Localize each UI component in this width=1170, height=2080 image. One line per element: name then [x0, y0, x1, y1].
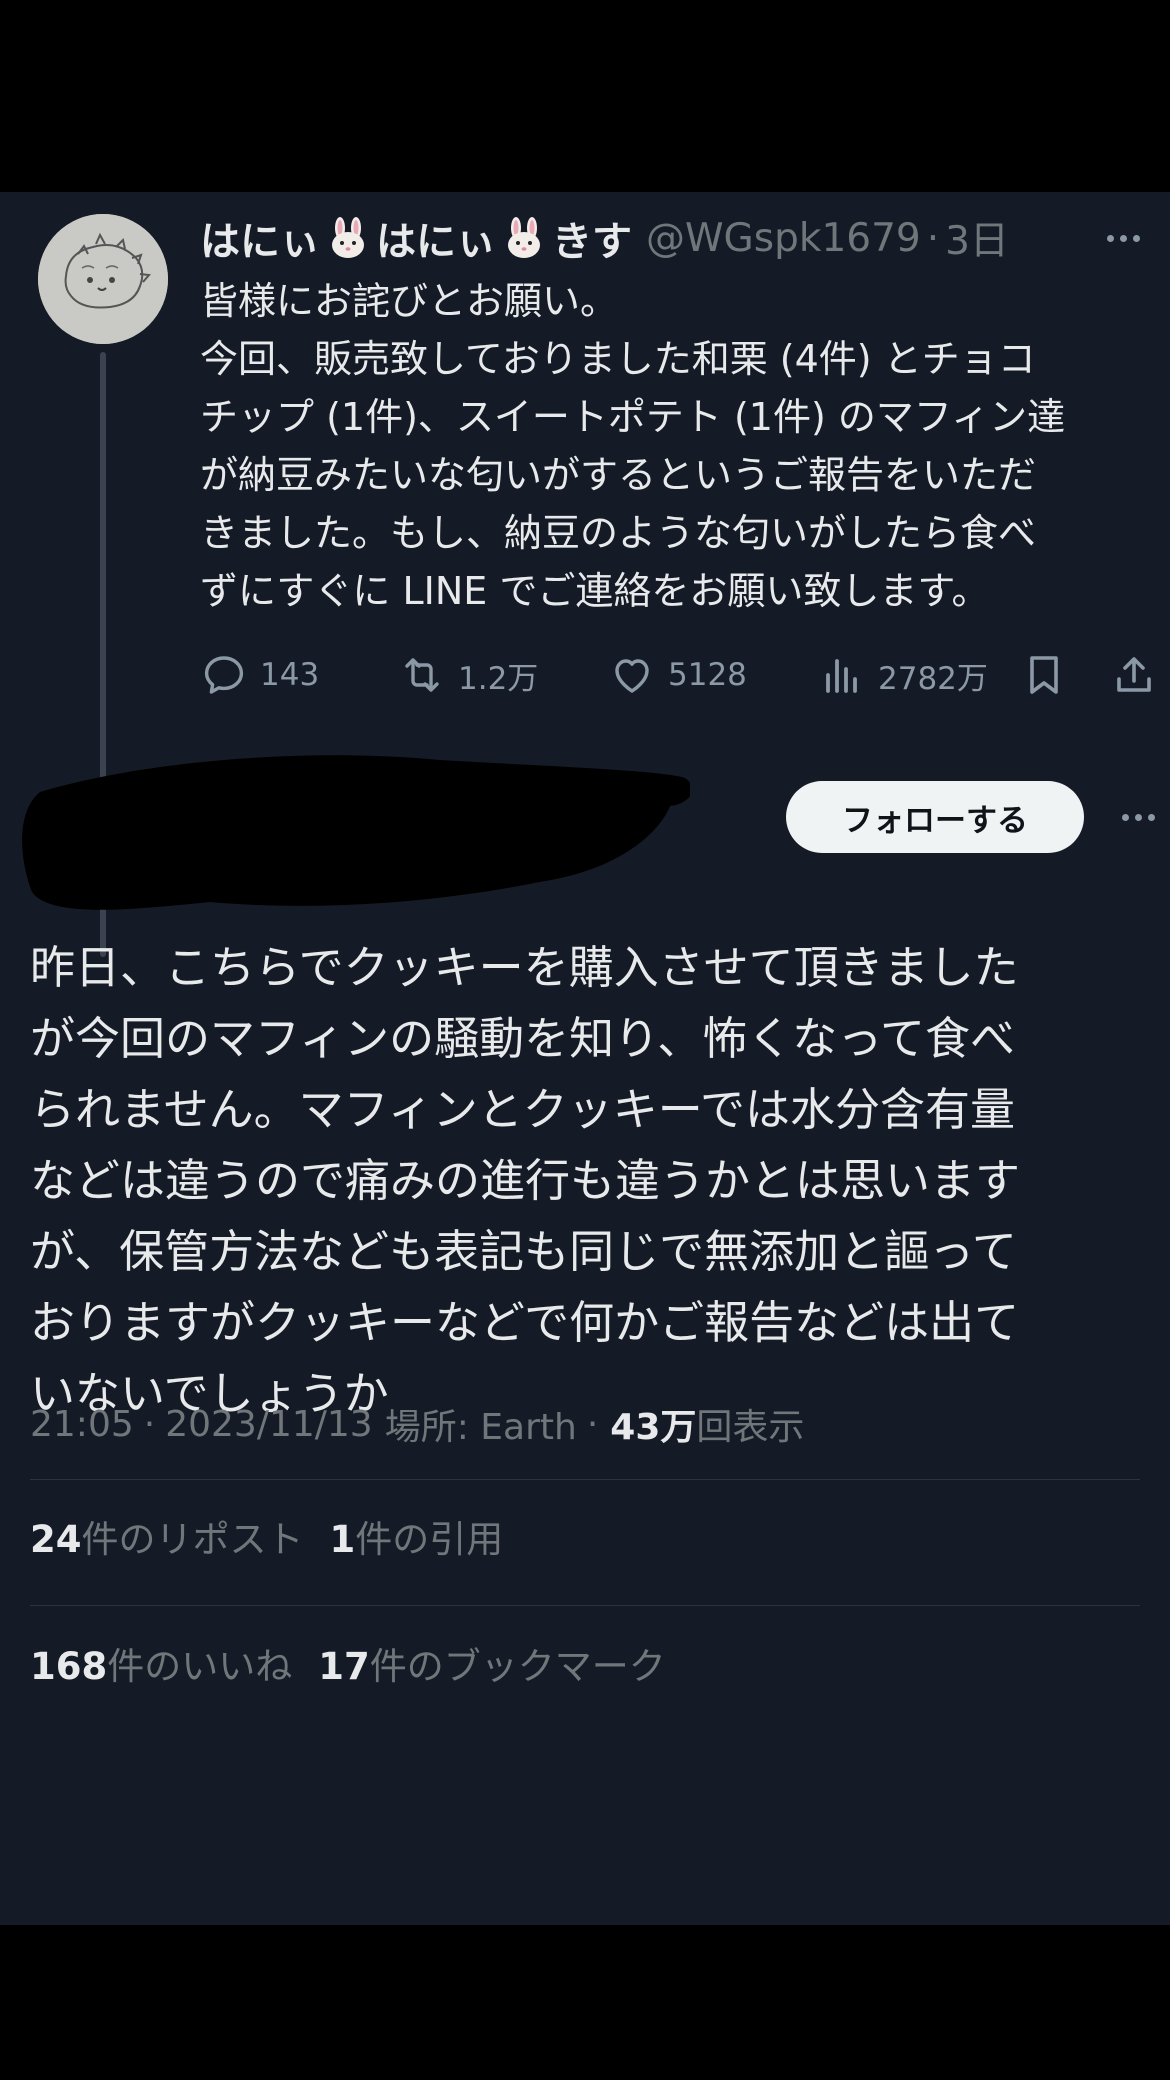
separator-dot: ·: [586, 1403, 599, 1445]
rabbit-face-emoji-icon: [332, 217, 364, 258]
display-name-part: はにぃ: [200, 219, 320, 265]
quotes-count: 1: [329, 1518, 356, 1561]
text-line: られません。マフィンとクッキーでは水分含有量: [30, 1083, 1016, 1136]
text-line: が今回のマフィンの騒動を知り、怖くなって食べ: [30, 1012, 1016, 1065]
avatar-drawing: [38, 214, 168, 344]
display-name-part: はにぃ: [376, 219, 496, 265]
reply-count: 143: [260, 657, 320, 693]
text-line: きました。もし、納豆のような匂いがしたら食べ: [200, 511, 1037, 555]
bookmarks-count: 17: [318, 1645, 370, 1688]
separator-dot: ·: [143, 1403, 156, 1445]
tweet-action-bar: 143 1.2万 5128 2782万: [200, 640, 1165, 710]
like-count: 5128: [668, 657, 747, 693]
more-dots-icon[interactable]: [1096, 208, 1150, 268]
bookmarks-stat[interactable]: 17件のブックマーク: [318, 1636, 666, 1690]
quotes-stat[interactable]: 1件の引用: [330, 1509, 504, 1563]
likes-count: 168: [30, 1645, 108, 1688]
text-line: 昨日、こちらでクッキーを購入させて頂きました: [30, 941, 1019, 994]
view-count-label: 回表示: [696, 1407, 805, 1448]
view-count: 2782万: [878, 660, 988, 697]
view-count-total: 43万: [610, 1407, 697, 1448]
reposts-stat[interactable]: 24件のリポスト: [30, 1509, 304, 1563]
top-blackout-area: [0, 0, 1170, 192]
divider: [30, 1479, 1140, 1480]
rabbit-face-emoji-icon: [508, 217, 540, 258]
quotes-label: 件の引用: [355, 1518, 504, 1561]
user-handle[interactable]: @WGspk1679: [646, 216, 921, 261]
likes-label: 件のいいね: [107, 1645, 293, 1688]
share-button[interactable]: [1110, 640, 1158, 710]
tweet-date[interactable]: 2023/11/13: [165, 1404, 373, 1445]
repost-quote-stats: 24件のリポスト 1件の引用: [30, 1506, 529, 1566]
tweet-detail-screen: はにぃ はにぃ きす @WGspk1679 · 3日 皆様にお詫びとお願い。 今…: [0, 192, 1170, 1925]
heart-icon: [615, 659, 649, 693]
divider: [30, 1605, 1140, 1606]
text-line: などは違うので痛みの進行も違うかとは思います: [30, 1154, 1021, 1207]
display-name[interactable]: はにぃ はにぃ きす: [200, 209, 632, 267]
main-tweet-text: 昨日、こちらでクッキーを購入させて頂きました が今回のマフィンの騒動を知り、怖く…: [30, 932, 1150, 1429]
repost-count: 1.2万: [458, 660, 539, 697]
likes-bookmarks-stats: 168件のいいね 17件のブックマーク: [30, 1633, 692, 1693]
redacted-author-blot: [22, 755, 690, 910]
text-line: 今回、販売致しておりました和栗 (4件) とチョコ: [200, 337, 1036, 381]
reposts-label: 件のリポスト: [81, 1518, 304, 1561]
text-line: チップ (1件)、スイートポテト (1件) のマフィン達: [200, 395, 1066, 439]
quoted-tweet-text: 皆様にお詫びとお願い。 今回、販売致しておりました和栗 (4件) とチョコ チッ…: [200, 272, 1160, 620]
text-line: 皆様にお詫びとお願い。: [200, 279, 619, 323]
text-line: が、保管方法なども表記も同じで無添加と謳って: [30, 1225, 1017, 1278]
tweet-time[interactable]: 21:05: [30, 1404, 134, 1445]
like-button[interactable]: 5128: [608, 640, 747, 710]
display-name-part: きす: [552, 219, 632, 265]
bookmarks-label: 件のブックマーク: [369, 1645, 666, 1688]
text-line: ずにすぐに LINE でご連絡をお願い致します。: [200, 569, 990, 613]
repost-arrows-icon: [405, 658, 439, 692]
bar-chart-icon: [826, 659, 857, 693]
avatar[interactable]: [38, 214, 168, 344]
repost-button[interactable]: 1.2万: [398, 640, 538, 710]
text-line: が納豆みたいな匂いがするというご報告をいただ: [200, 453, 1037, 497]
tweet-meta: 21:05 · 2023/11/13 場所: Earth · 43万 回表示: [30, 1395, 804, 1453]
separator-dot: ·: [926, 215, 940, 261]
follow-button[interactable]: フォローする: [786, 781, 1084, 853]
tweet-age[interactable]: 3日: [945, 210, 1009, 266]
quoted-tweet-header: はにぃ はにぃ きす @WGspk1679 · 3日: [200, 208, 1150, 268]
reposts-count: 24: [30, 1518, 82, 1561]
tweet-location: 場所: Earth: [384, 1407, 577, 1448]
bottom-blackout-area: [0, 1925, 1170, 2080]
bookmark-icon: [1030, 656, 1058, 694]
share-icon: [1117, 657, 1151, 692]
views-button[interactable]: 2782万: [818, 640, 988, 710]
reply-button[interactable]: 143: [200, 640, 319, 710]
likes-stat[interactable]: 168件のいいね: [30, 1636, 292, 1690]
speech-bubble-icon: [204, 656, 244, 694]
bookmark-button[interactable]: [1020, 640, 1068, 710]
text-line: おりますがクッキーなどで何かご報告などは出て: [30, 1296, 1020, 1349]
more-dots-icon[interactable]: [1112, 781, 1164, 853]
